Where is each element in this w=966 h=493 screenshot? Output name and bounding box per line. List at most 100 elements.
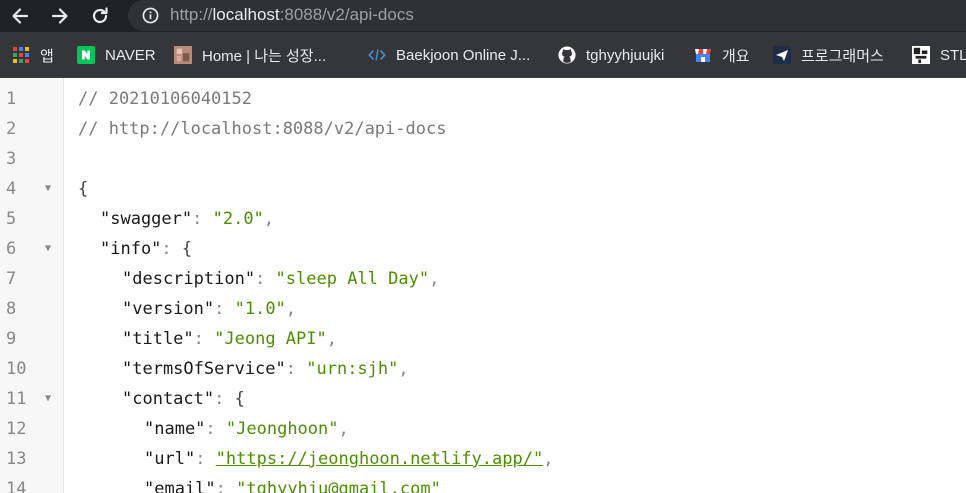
line-number: 6	[6, 239, 17, 259]
bookmark-label: tghyyhjuujki	[586, 46, 665, 64]
code-content: // 20210106040152	[78, 84, 252, 114]
url-text: http://localhost:8088/v2/api-docs	[170, 5, 414, 25]
fold-toggle-icon[interactable]: ▼	[45, 174, 51, 204]
open-brace: {	[181, 239, 193, 259]
code-content: "termsOfService": "urn:sjh",	[122, 354, 409, 384]
json-value: "sleep All Day"	[275, 269, 430, 289]
comma: ,	[429, 269, 440, 289]
json-key: "url"	[144, 449, 196, 469]
address-bar[interactable]: http://localhost:8088/v2/api-docs	[128, 0, 966, 31]
line-number: 5	[6, 209, 17, 229]
bookmark-label: 개요	[722, 47, 750, 65]
bookmark-stl[interactable]: STL	[912, 44, 966, 66]
separator: :	[205, 419, 226, 439]
json-key: "info"	[100, 239, 162, 259]
bookmark-overview[interactable]: 개요	[694, 44, 750, 66]
line-number: 11	[6, 389, 27, 409]
github-icon	[558, 46, 576, 64]
code-line: 4 ▼ {	[0, 174, 966, 204]
code-line: 5 "swagger": "2.0",	[0, 204, 966, 234]
code-line: 8 "version": "1.0",	[0, 294, 966, 324]
json-viewer: 1 // 20210106040152 2 // http://localhost:8…	[0, 78, 966, 493]
code-content: // http://localhost:8088/v2/api-docs	[78, 114, 446, 144]
code-line: 13 "url": "https://jeonghoon.netlify.app/…	[0, 444, 966, 474]
code-line: 12 "name": "Jeonghoon",	[0, 414, 966, 444]
json-key: "version"	[122, 299, 215, 319]
comma: ,	[263, 209, 275, 229]
open-brace: {	[78, 179, 89, 199]
separator: :	[214, 389, 235, 409]
url-scheme: http://	[170, 5, 213, 24]
json-value: "Jeong API"	[214, 329, 327, 349]
separator: :	[161, 239, 182, 259]
json-key: "name"	[144, 419, 206, 439]
fold-toggle-icon[interactable]: ▼	[45, 234, 51, 264]
json-link[interactable]: "https://jeonghoon.netlify.app/"	[216, 449, 544, 469]
line-number: 7	[6, 269, 17, 289]
comma: ,	[543, 449, 554, 469]
bookmark-avatar-icon	[912, 46, 930, 64]
back-icon	[12, 8, 29, 24]
line-number: 4	[6, 179, 17, 199]
bookmark-label: Home | 나는 성장...	[202, 47, 327, 65]
code-content: "email": "tghyyhju@gmail.com"	[144, 474, 441, 493]
code-line: 6 ▼ "info": {	[0, 234, 966, 264]
code-content: {	[78, 174, 88, 204]
comma: ,	[398, 359, 409, 379]
code-line: 11 ▼ "contact": {	[0, 384, 966, 414]
code-line: 2 // http://localhost:8088/v2/api-docs	[0, 114, 966, 144]
json-value: "Jeonghoon"	[225, 419, 339, 439]
code-content: "contact": {	[122, 384, 245, 414]
separator: :	[255, 269, 276, 289]
bookmark-baekjoon[interactable]: Baekjoon Online J...	[368, 44, 530, 66]
fold-toggle-icon[interactable]: ▼	[45, 384, 51, 414]
url-path: :8088/v2/api-docs	[279, 5, 414, 24]
bookmarks-bar: 앱 NAVER Home | 나는 성장... Baekjoon Online …	[0, 32, 966, 78]
line-number: 14	[6, 479, 27, 493]
separator: :	[193, 329, 215, 349]
bookmark-label: NAVER	[105, 46, 156, 64]
code-line: 3	[0, 144, 966, 174]
programmers-icon	[773, 46, 791, 64]
open-brace: {	[234, 389, 245, 409]
bookmark-home-blog[interactable]: Home | 나는 성장...	[174, 44, 326, 66]
bookmark-label: Baekjoon Online J...	[396, 46, 531, 64]
separator: :	[195, 449, 216, 469]
separator: :	[285, 359, 307, 379]
json-key: "contact"	[122, 389, 215, 409]
url-host: localhost	[212, 5, 280, 24]
json-value: "tghyyhju@gmail.com"	[236, 479, 441, 493]
forward-icon	[51, 8, 68, 24]
forward-button[interactable]	[47, 3, 73, 29]
line-number: 1	[6, 89, 17, 109]
comma: ,	[326, 329, 337, 349]
json-value: "urn:sjh"	[306, 359, 399, 379]
blog-avatar-icon	[174, 46, 192, 64]
info-icon[interactable]	[142, 7, 159, 24]
bookmark-apps[interactable]: 앱	[12, 44, 54, 66]
browser-toolbar: http://localhost:8088/v2/api-docs	[0, 0, 966, 32]
back-button[interactable]	[7, 3, 33, 29]
code-content: "swagger": "2.0",	[100, 204, 274, 234]
separator: :	[215, 479, 237, 493]
reload-button[interactable]	[87, 3, 113, 29]
json-key: "swagger"	[100, 209, 193, 229]
bookmark-programmers[interactable]: 프로그래머스	[773, 44, 884, 66]
bookmark-label: 앱	[40, 47, 54, 65]
store-icon	[694, 46, 712, 64]
line-number: 3	[6, 149, 17, 169]
line-number: 12	[6, 419, 27, 439]
code-content: "name": "Jeonghoon",	[144, 414, 349, 444]
reload-icon	[92, 7, 108, 24]
json-key: "termsOfService"	[122, 359, 286, 379]
bookmark-github[interactable]: tghyyhjuujki	[558, 44, 664, 66]
line-number: 2	[6, 119, 17, 139]
line-number: 8	[6, 299, 17, 319]
code-content: "description": "sleep All Day",	[122, 264, 439, 294]
separator: :	[192, 209, 213, 229]
bookmark-naver[interactable]: NAVER	[77, 44, 156, 66]
comment: // 20210106040152	[78, 89, 252, 109]
code-line: 1 // 20210106040152	[0, 84, 966, 114]
json-key: "title"	[122, 329, 194, 349]
code-line: 14 "email": "tghyyhju@gmail.com"	[0, 474, 966, 493]
